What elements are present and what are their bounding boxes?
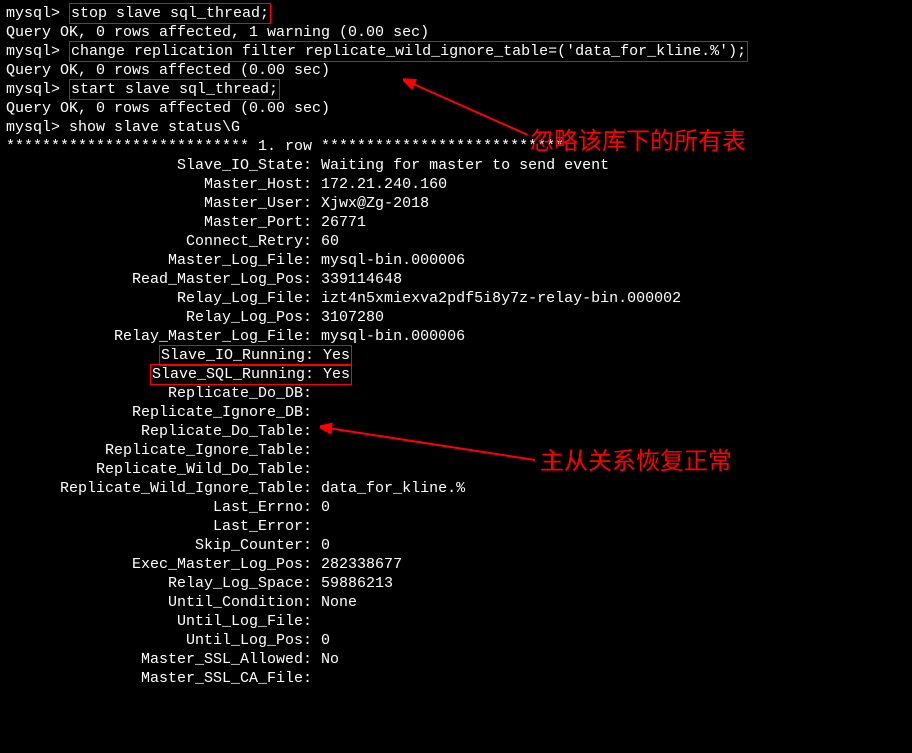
boxed-status: Slave_SQL_Running: Yes	[150, 364, 352, 385]
boxed-command: change replication filter replicate_wild…	[69, 41, 748, 62]
terminal-line: Replicate_Do_DB:	[6, 384, 906, 403]
terminal-line: Until_Log_Pos: 0	[6, 631, 906, 650]
terminal-line: Last_Errno: 0	[6, 498, 906, 517]
terminal-line: mysql> show slave status\G	[6, 118, 906, 137]
terminal-line: Slave_IO_Running: Yes	[6, 346, 906, 365]
terminal-output: mysql> stop slave sql_thread;Query OK, 0…	[6, 4, 906, 688]
terminal-line: Slave_IO_State: Waiting for master to se…	[6, 156, 906, 175]
terminal-line: Slave_SQL_Running: Yes	[6, 365, 906, 384]
terminal-line: Query OK, 0 rows affected (0.00 sec)	[6, 99, 906, 118]
terminal-line: mysql> stop slave sql_thread;	[6, 4, 906, 23]
terminal-line: Master_User: Xjwx@Zg-2018	[6, 194, 906, 213]
terminal-line: Last_Error:	[6, 517, 906, 536]
terminal-line: Master_Host: 172.21.240.160	[6, 175, 906, 194]
terminal-line: *************************** 1. row *****…	[6, 137, 906, 156]
terminal-line: Relay_Master_Log_File: mysql-bin.000006	[6, 327, 906, 346]
annotation-ignore-tables: 忽略该库下的所有表	[530, 130, 746, 154]
terminal-line: Replicate_Wild_Ignore_Table: data_for_kl…	[6, 479, 906, 498]
terminal-line: Master_SSL_CA_File:	[6, 669, 906, 688]
boxed-status: Slave_IO_Running: Yes	[159, 345, 352, 366]
terminal-line: Relay_Log_Space: 59886213	[6, 574, 906, 593]
terminal-line: Replicate_Do_Table:	[6, 422, 906, 441]
terminal-line: Exec_Master_Log_Pos: 282338677	[6, 555, 906, 574]
terminal-line: Until_Log_File:	[6, 612, 906, 631]
terminal-line: Skip_Counter: 0	[6, 536, 906, 555]
terminal-line: Replicate_Ignore_DB:	[6, 403, 906, 422]
terminal-line: Until_Condition: None	[6, 593, 906, 612]
terminal-line: Connect_Retry: 60	[6, 232, 906, 251]
terminal-line: Query OK, 0 rows affected (0.00 sec)	[6, 61, 906, 80]
terminal-line: Master_Log_File: mysql-bin.000006	[6, 251, 906, 270]
terminal-line: mysql> start slave sql_thread;	[6, 80, 906, 99]
terminal-line: Replicate_Wild_Do_Table:	[6, 460, 906, 479]
terminal-line: Master_SSL_Allowed: No	[6, 650, 906, 669]
terminal-line: Master_Port: 26771	[6, 213, 906, 232]
terminal-line: mysql> change replication filter replica…	[6, 42, 906, 61]
boxed-command: stop slave sql_thread;	[69, 3, 271, 24]
annotation-replication-ok: 主从关系恢复正常	[540, 450, 732, 474]
terminal-line: Relay_Log_File: izt4n5xmiexva2pdf5i8y7z-…	[6, 289, 906, 308]
terminal-line: Relay_Log_Pos: 3107280	[6, 308, 906, 327]
terminal-line: Read_Master_Log_Pos: 339114648	[6, 270, 906, 289]
boxed-command: start slave sql_thread;	[69, 79, 280, 100]
terminal-line: Replicate_Ignore_Table:	[6, 441, 906, 460]
terminal-line: Query OK, 0 rows affected, 1 warning (0.…	[6, 23, 906, 42]
